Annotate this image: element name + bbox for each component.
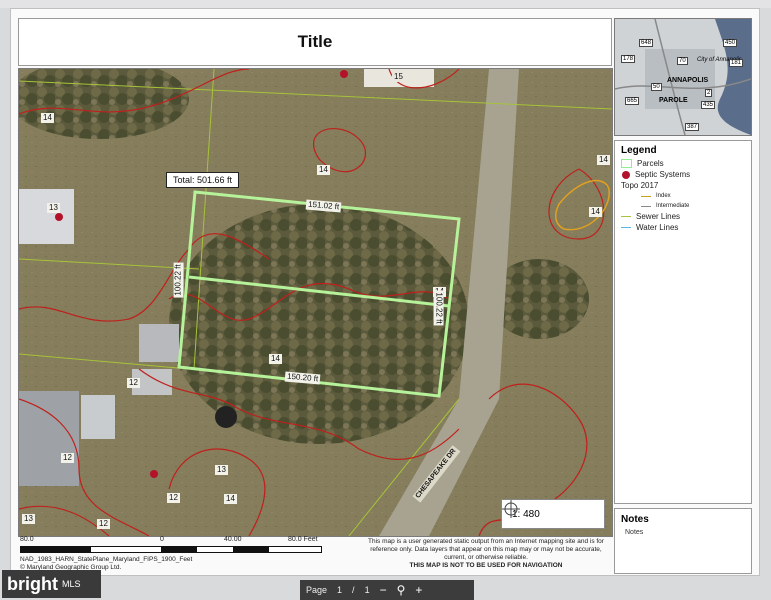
- route-shield: 665: [625, 97, 640, 105]
- brand-watermark: bright MLS: [2, 570, 101, 598]
- pool: [215, 406, 237, 428]
- legend-label: Index: [656, 193, 671, 199]
- contour-label: 14: [589, 207, 602, 217]
- route-shield: 70: [677, 57, 688, 65]
- screen-edge: [0, 0, 771, 8]
- dimension-left: 100.22 ft: [173, 262, 184, 298]
- scale-bar-area: 80.0 0 40.00 80.0 Feet NAD_1983_HARN_Sta…: [20, 536, 350, 574]
- route-shield: 435: [701, 101, 716, 109]
- contour-label: 12: [61, 453, 74, 463]
- scale-seg: [233, 547, 269, 552]
- overview-map[interactable]: City of Annapolis ANNAPOLIS PAROLE 178 7…: [614, 18, 752, 136]
- route-shield: 181: [729, 59, 744, 67]
- route-shield: 450: [723, 39, 738, 47]
- page-current[interactable]: 1: [337, 585, 342, 595]
- legend-panel: Legend Parcels Septic Systems Topo 2017 …: [614, 140, 752, 504]
- septic-marker: [340, 70, 348, 78]
- viewer-toolbar: Page 1 / 1 − ⚲ +: [300, 580, 474, 600]
- dimension-right: 100.22 ft: [433, 290, 444, 326]
- brand-suffix: MLS: [62, 579, 81, 589]
- legend-item-topo: Topo 2017: [615, 180, 751, 191]
- route-shield: 50: [651, 83, 662, 91]
- route-shield: 387: [685, 123, 700, 131]
- house-west: [19, 391, 79, 486]
- contour-label: 12: [127, 378, 140, 388]
- shed-1: [139, 324, 179, 362]
- contour-label: 14: [41, 113, 54, 123]
- notes-panel: Notes Notes: [614, 508, 752, 574]
- tree-canopy: [169, 204, 469, 444]
- scale-tick: 80.0: [20, 536, 34, 543]
- house-13: [19, 189, 74, 244]
- house-west-wing: [81, 395, 115, 439]
- intermediate-line-icon: [641, 205, 651, 207]
- index-line-icon: [641, 195, 651, 197]
- zoom-out-button[interactable]: −: [380, 583, 387, 597]
- scale-bar: [20, 546, 322, 553]
- contour-label: 14: [597, 155, 610, 165]
- disclaimer-warning: THIS MAP IS NOT TO BE USED FOR NAVIGATIO…: [409, 562, 563, 569]
- overview-label-parole: PAROLE: [659, 97, 688, 104]
- route-shield: 2: [705, 89, 713, 97]
- legend-label: Topo 2017: [621, 181, 659, 190]
- sewer-line-icon: [621, 216, 631, 217]
- page-separator: /: [352, 585, 355, 595]
- page-total: 1: [364, 585, 370, 595]
- disclaimer-text: This map is a user generated static outp…: [368, 538, 604, 561]
- legend-item-septic: Septic Systems: [615, 169, 751, 180]
- projection-text: NAD_1983_HARN_StatePlane_Maryland_FIPS_1…: [20, 556, 193, 563]
- contour-label: 12: [97, 519, 110, 529]
- notes-title: Notes: [621, 514, 649, 525]
- legend-label: Water Lines: [636, 223, 679, 232]
- parcel-swatch-icon: [621, 159, 632, 168]
- contour-label: 14: [269, 354, 282, 364]
- scale-seg: [21, 547, 91, 552]
- contour-label: 13: [47, 203, 60, 213]
- map-canvas: [19, 69, 612, 536]
- contour-label: 13: [215, 465, 228, 475]
- legend-item-index: Index: [615, 191, 751, 201]
- route-shield: 648: [639, 39, 654, 47]
- scale-tick: 80.0 Feet: [288, 536, 318, 543]
- legend-label: Intermediate: [656, 203, 690, 209]
- compass-icon: [502, 500, 520, 518]
- aerial-map[interactable]: 14 14 14 14 14 14 14 12 12 12 12 13 13 1…: [18, 68, 613, 537]
- legend-label: Parcels: [637, 159, 664, 168]
- water-line-icon: [621, 227, 631, 228]
- page-label: Page: [306, 585, 328, 595]
- contour-label: 12: [167, 493, 180, 503]
- scale-tick: 40.00: [224, 536, 242, 543]
- septic-marker: [55, 213, 63, 221]
- page-title: Title: [18, 18, 612, 66]
- legend-item-sewer: Sewer Lines: [615, 211, 751, 222]
- scale-ratio: 1: 480: [501, 499, 605, 529]
- house-number: 15: [392, 72, 405, 82]
- search-icon[interactable]: ⚲: [397, 583, 406, 597]
- route-shield: 178: [621, 55, 636, 63]
- legend-item-parcels: Parcels: [615, 158, 751, 169]
- disclaimer: This map is a user generated static outp…: [366, 538, 606, 570]
- contour-label: 14: [317, 165, 330, 175]
- legend-label: Sewer Lines: [636, 212, 681, 221]
- total-measure-callout: Total: 501.66 ft: [166, 172, 240, 188]
- scale-seg: [161, 547, 197, 552]
- legend-item-intermediate: Intermediate: [615, 201, 751, 211]
- contour-label: 14: [224, 494, 237, 504]
- brand-logo: bright: [7, 573, 58, 594]
- scale-ticks: 80.0 0 40.00 80.0 Feet: [20, 536, 350, 546]
- zoom-in-button[interactable]: +: [415, 583, 422, 597]
- legend-item-water: Water Lines: [615, 222, 751, 233]
- contour-label: 13: [22, 514, 35, 524]
- notes-text: Notes: [625, 529, 644, 536]
- legend-label: Septic Systems: [635, 170, 691, 179]
- overview-label-annapolis: ANNAPOLIS: [667, 77, 709, 84]
- septic-dot-icon: [622, 170, 630, 179]
- septic-marker: [150, 470, 158, 478]
- scale-tick: 0: [160, 536, 164, 543]
- legend-title: Legend: [621, 145, 657, 156]
